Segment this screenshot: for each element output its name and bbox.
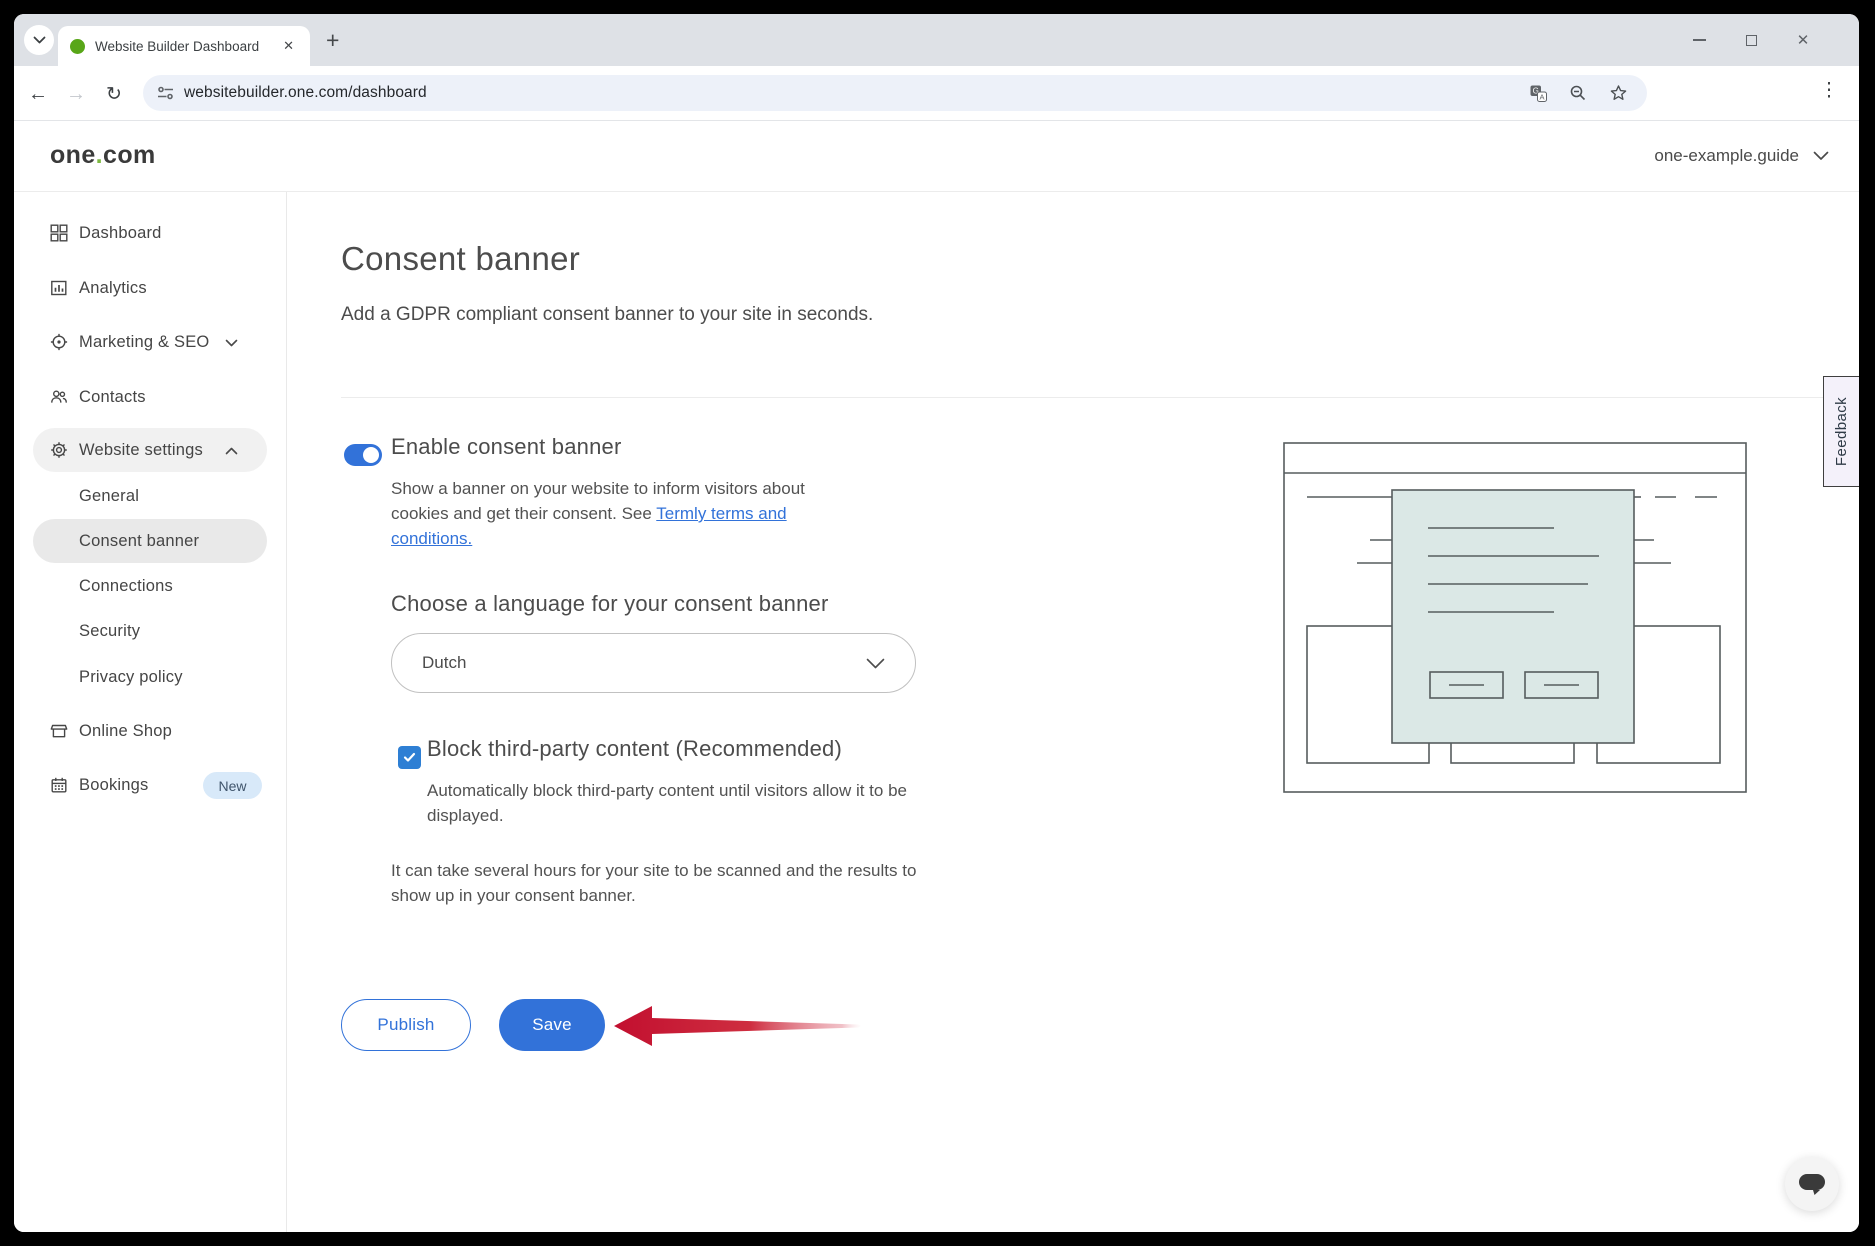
browser-toolbar: ← → ↻ websitebuilder.one.com/dashboard G… xyxy=(14,66,1859,121)
feedback-label: Feedback xyxy=(1833,397,1850,466)
sidebar-item-connections[interactable]: Connections xyxy=(14,564,287,608)
sidebar-item-label: Analytics xyxy=(79,279,147,298)
forward-button[interactable]: → xyxy=(62,80,90,108)
sidebar-item-online-shop[interactable]: Online Shop xyxy=(14,709,287,753)
sidebar-item-general[interactable]: General xyxy=(14,474,287,518)
sidebar-item-label: Bookings xyxy=(79,776,148,795)
chevron-down-icon xyxy=(225,339,238,347)
window-close-button[interactable]: ✕ xyxy=(1777,14,1829,66)
sidebar-item-analytics[interactable]: Analytics xyxy=(14,266,287,310)
new-tab-button[interactable]: + xyxy=(326,27,339,54)
sidebar-item-label: General xyxy=(79,487,139,506)
annotation-arrow xyxy=(612,1003,864,1049)
chevron-down-icon xyxy=(866,658,885,669)
address-bar[interactable]: websitebuilder.one.com/dashboard GA xyxy=(143,75,1647,111)
chevron-down-icon xyxy=(1813,151,1829,161)
one-com-logo: one.com xyxy=(50,141,156,170)
back-button[interactable]: ← xyxy=(24,80,52,108)
scan-note: It can take several hours for your site … xyxy=(391,858,951,908)
account-selector[interactable]: one-example.guide xyxy=(1654,146,1829,166)
tab-search-button[interactable] xyxy=(24,25,54,55)
sidebar: Dashboard Analytics Marketing & SEO Cont… xyxy=(14,192,287,1232)
chat-bubble-icon xyxy=(1798,1173,1826,1196)
publish-button[interactable]: Publish xyxy=(341,999,471,1051)
window-maximize-button[interactable] xyxy=(1725,14,1777,66)
svg-text:A: A xyxy=(1539,92,1544,101)
sidebar-item-dashboard[interactable]: Dashboard xyxy=(14,211,287,255)
save-button[interactable]: Save xyxy=(499,999,605,1051)
tab-strip: Website Builder Dashboard ✕ + ✕ xyxy=(14,14,1859,66)
browser-menu-button[interactable]: ⋮ xyxy=(1815,79,1843,102)
window-minimize-button[interactable] xyxy=(1673,14,1725,66)
sidebar-item-label: Security xyxy=(79,622,140,641)
maximize-icon xyxy=(1746,35,1757,46)
sidebar-item-bookings[interactable]: Bookings New xyxy=(14,763,287,807)
section-divider xyxy=(341,397,1827,398)
zoom-out-icon[interactable] xyxy=(1563,78,1593,108)
sidebar-item-privacy-policy[interactable]: Privacy policy xyxy=(14,655,287,699)
language-label: Choose a language for your consent banne… xyxy=(391,591,829,617)
bookmark-star-icon[interactable] xyxy=(1603,78,1633,108)
sidebar-item-website-settings[interactable]: Website settings xyxy=(14,428,287,472)
site-info-tune-icon[interactable] xyxy=(157,86,174,100)
sidebar-item-contacts[interactable]: Contacts xyxy=(14,375,287,419)
logo-text: one xyxy=(50,141,96,169)
calendar-icon xyxy=(50,776,68,794)
language-selected-value: Dutch xyxy=(422,653,466,673)
page-title: Consent banner xyxy=(341,240,580,278)
sidebar-item-label: Consent banner xyxy=(79,532,199,551)
language-select[interactable]: Dutch xyxy=(391,633,916,693)
enable-consent-toggle[interactable] xyxy=(344,444,382,466)
browser-tab[interactable]: Website Builder Dashboard ✕ xyxy=(58,26,310,66)
toggle-knob xyxy=(363,447,379,463)
tab-favicon xyxy=(70,39,85,54)
sidebar-item-label: Marketing & SEO xyxy=(79,333,209,352)
people-icon xyxy=(50,388,68,406)
url-text[interactable]: websitebuilder.one.com/dashboard xyxy=(184,84,1513,102)
logo-text: com xyxy=(103,141,156,169)
sidebar-item-security[interactable]: Security xyxy=(14,609,287,653)
translate-icon[interactable]: GA xyxy=(1523,78,1553,108)
tab-close-icon[interactable]: ✕ xyxy=(279,36,298,56)
sidebar-item-consent-banner[interactable]: Consent banner xyxy=(14,519,287,563)
sidebar-item-label: Connections xyxy=(79,577,173,596)
consent-banner-illustration xyxy=(1283,442,1747,793)
block-third-party-label: Block third-party content (Recommended) xyxy=(427,736,842,762)
tab-title: Website Builder Dashboard xyxy=(95,39,269,54)
block-third-party-description: Automatically block third-party content … xyxy=(427,778,932,828)
target-icon xyxy=(50,333,68,351)
page-subtitle: Add a GDPR compliant consent banner to y… xyxy=(341,304,873,326)
new-badge: New xyxy=(203,772,262,799)
sidebar-item-marketing-seo[interactable]: Marketing & SEO xyxy=(14,320,287,364)
sidebar-item-label: Dashboard xyxy=(79,224,162,243)
main-content: Consent banner Add a GDPR compliant cons… xyxy=(288,192,1859,1232)
logo-dot: . xyxy=(96,141,103,169)
feedback-tab[interactable]: Feedback xyxy=(1823,376,1859,487)
block-third-party-checkbox[interactable] xyxy=(398,746,421,769)
sidebar-item-label: Website settings xyxy=(79,441,203,460)
sidebar-item-label: Contacts xyxy=(79,388,146,407)
gear-icon xyxy=(50,441,68,459)
minimize-icon xyxy=(1693,39,1706,41)
analytics-chart-icon xyxy=(50,279,68,297)
chevron-down-icon xyxy=(33,36,46,44)
sidebar-item-label: Online Shop xyxy=(79,722,172,741)
app-header: one.com one-example.guide xyxy=(14,121,1859,192)
sidebar-item-label: Privacy policy xyxy=(79,668,183,687)
account-domain: one-example.guide xyxy=(1654,146,1799,166)
chat-launcher-button[interactable] xyxy=(1785,1157,1839,1211)
storefront-icon xyxy=(50,722,68,740)
enable-consent-label: Enable consent banner xyxy=(391,434,621,460)
reload-button[interactable]: ↻ xyxy=(100,80,128,108)
dashboard-grid-icon xyxy=(50,224,68,242)
browser-window: Website Builder Dashboard ✕ + ✕ ← → ↻ we… xyxy=(14,14,1859,1232)
check-icon xyxy=(403,752,416,763)
enable-consent-description: Show a banner on your website to inform … xyxy=(391,476,863,551)
chevron-up-icon xyxy=(225,447,238,455)
